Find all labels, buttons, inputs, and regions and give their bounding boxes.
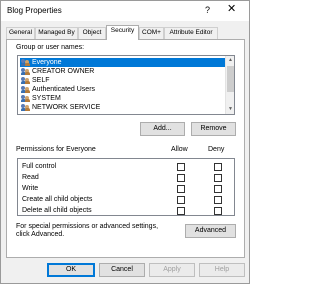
group-names-label: Group or user names: xyxy=(16,44,85,51)
list-item[interactable]: SYSTEM xyxy=(20,94,226,103)
close-button[interactable]: ✕ xyxy=(227,2,236,15)
principal-name: SYSTEM xyxy=(32,95,61,102)
scroll-thumb[interactable] xyxy=(227,66,234,92)
deny-checkbox[interactable] xyxy=(214,207,222,215)
advanced-button[interactable]: Advanced xyxy=(185,224,236,238)
tab-object[interactable]: Object xyxy=(78,27,106,39)
permission-name: Write xyxy=(22,185,39,192)
help-button[interactable]: Help xyxy=(199,263,245,277)
principal-name: Everyone xyxy=(32,59,62,66)
list-item[interactable]: Authenticated Users xyxy=(20,85,226,94)
cancel-button[interactable]: Cancel xyxy=(99,263,145,277)
tab-attribute-editor[interactable]: Attribute Editor xyxy=(164,27,218,39)
deny-header: Deny xyxy=(208,146,225,153)
scroll-up-arrow-icon[interactable]: ▲ xyxy=(226,56,234,65)
apply-button[interactable]: Apply xyxy=(149,263,195,277)
table-row: Full control xyxy=(18,162,226,172)
deny-checkbox[interactable] xyxy=(214,196,222,204)
user-group-icon xyxy=(21,77,30,84)
user-group-icon xyxy=(21,59,30,66)
allow-checkbox[interactable] xyxy=(177,196,185,204)
list-item[interactable]: SELF xyxy=(20,76,226,85)
advanced-help-text: For special permissions or advanced sett… xyxy=(16,223,159,238)
deny-checkbox[interactable] xyxy=(214,174,222,182)
remove-button[interactable]: Remove xyxy=(191,122,236,136)
allow-checkbox[interactable] xyxy=(177,174,185,182)
deny-checkbox[interactable] xyxy=(214,163,222,171)
permissions-list: Full control Read Write Create all child… xyxy=(17,158,235,216)
table-row: Delete all child objects xyxy=(18,206,226,215)
allow-checkbox[interactable] xyxy=(177,163,185,171)
allow-checkbox[interactable] xyxy=(177,207,185,215)
user-group-icon xyxy=(21,95,30,102)
principals-scrollbar[interactable]: ▲ ▼ xyxy=(225,56,234,114)
principal-name: NETWORK SERVICE xyxy=(32,104,101,111)
list-item[interactable]: Everyone xyxy=(20,58,226,67)
principal-name: SELF xyxy=(32,77,50,84)
user-group-icon xyxy=(21,104,30,111)
permission-name: Read xyxy=(22,174,39,181)
window-title: Blog Properties xyxy=(7,6,62,15)
permission-name: Delete all child objects xyxy=(22,207,92,214)
permission-name: Create all child objects xyxy=(22,196,93,203)
tab-com-plus[interactable]: COM+ xyxy=(139,27,164,39)
ok-button[interactable]: OK xyxy=(47,263,95,277)
permissions-for-label: Permissions for Everyone xyxy=(16,146,96,153)
allow-checkbox[interactable] xyxy=(177,185,185,193)
user-group-icon xyxy=(21,86,30,93)
tab-general[interactable]: General xyxy=(6,27,35,39)
add-button[interactable]: Add... xyxy=(140,122,185,136)
permission-name: Full control xyxy=(22,163,57,170)
principal-name: CREATOR OWNER xyxy=(32,68,95,75)
list-item[interactable]: NETWORK SERVICE xyxy=(20,103,226,112)
security-panel: Group or user names: Everyone CREATOR OW… xyxy=(6,39,245,258)
tab-managed-by[interactable]: Managed By xyxy=(35,27,78,39)
principal-name: Authenticated Users xyxy=(32,86,96,93)
table-row: Read xyxy=(18,173,226,183)
scroll-down-arrow-icon[interactable]: ▼ xyxy=(226,105,234,114)
properties-dialog: Blog Properties ? ✕ General Managed By O… xyxy=(0,0,250,284)
help-title-button[interactable]: ? xyxy=(205,5,210,15)
list-item[interactable]: CREATOR OWNER xyxy=(20,67,226,76)
deny-checkbox[interactable] xyxy=(214,185,222,193)
table-row: Write xyxy=(18,184,226,194)
table-row: Create all child objects xyxy=(18,195,226,205)
tab-security[interactable]: Security xyxy=(106,25,139,40)
allow-header: Allow xyxy=(171,146,188,153)
title-bar: Blog Properties ? ✕ xyxy=(1,1,249,21)
user-group-icon xyxy=(21,68,30,75)
principals-list[interactable]: Everyone CREATOR OWNER SELF Authenticate… xyxy=(17,55,235,115)
